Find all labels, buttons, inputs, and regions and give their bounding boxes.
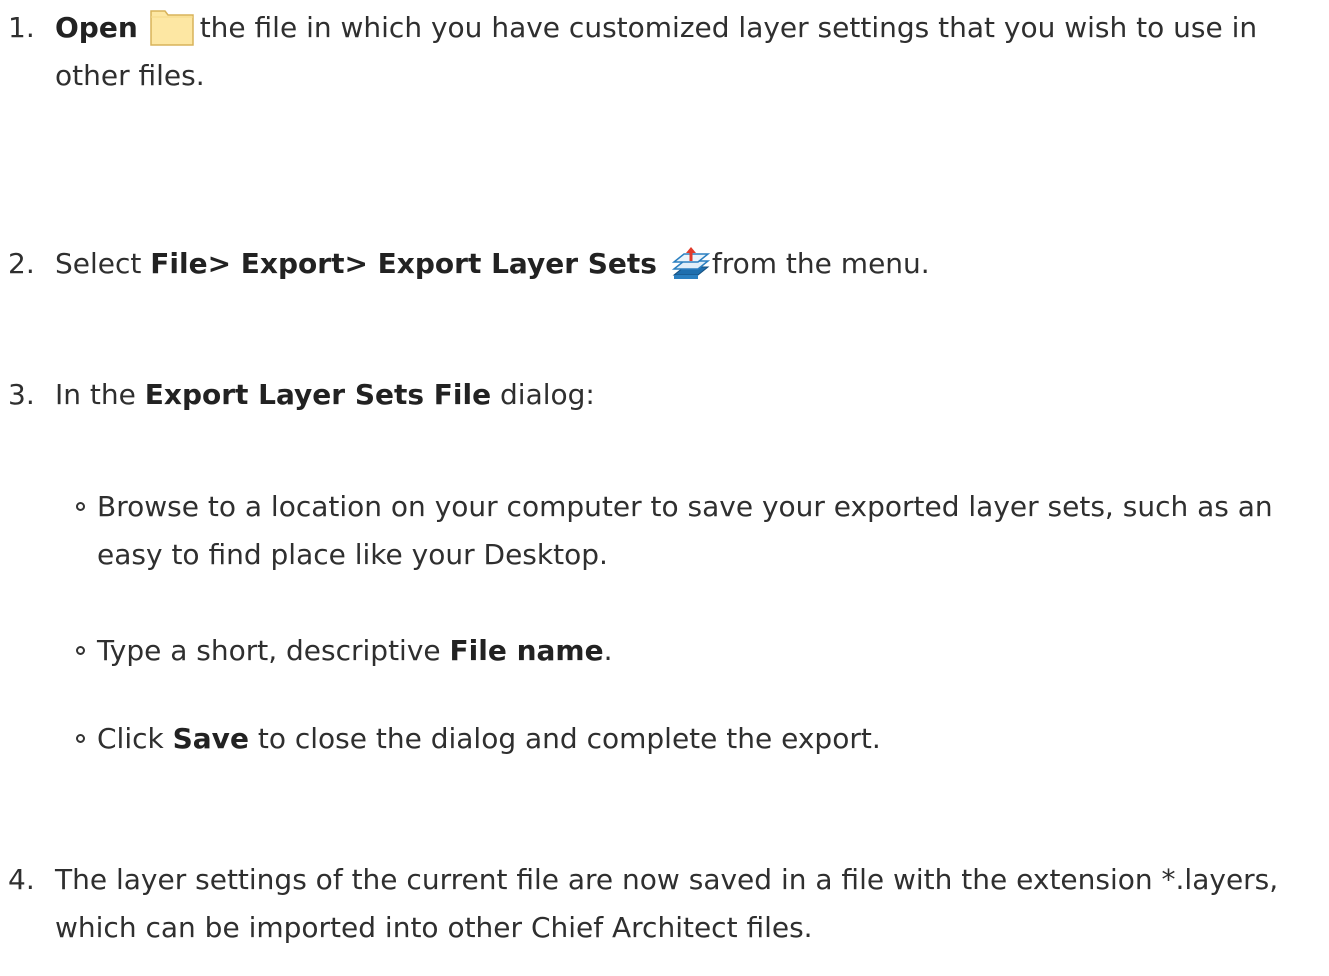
step-3: 3. In the Export Layer Sets File dialog: [0, 371, 1320, 419]
bullet-rest: to close the dialog and complete the exp… [248, 722, 881, 755]
step-text: The layer settings of the current file a… [55, 863, 1279, 944]
step-3-rest: dialog: [491, 378, 595, 411]
bullet-prefix: Type a short, descriptive [97, 634, 450, 667]
step-1-rest: the file in which you have customized la… [55, 11, 1258, 92]
bullet-browse: Browse to a location on your computer to… [0, 483, 1320, 579]
file-name-field-label: File name [449, 634, 604, 667]
bullet-circle-icon [76, 734, 85, 743]
menu-path: File> Export> Export Layer Sets [150, 247, 657, 280]
step-number: 1. [8, 11, 35, 44]
bullet-file-name: Type a short, descriptive File name. [0, 627, 1320, 675]
bullet-save: Click Save to close the dialog and compl… [0, 715, 1320, 763]
bullet-prefix: Click [97, 722, 173, 755]
step-number: 2. [8, 247, 35, 280]
step-number: 4. [8, 863, 35, 896]
step-2-prefix: Select [55, 247, 151, 280]
bullet-text: Type a short, descriptive File name. [97, 627, 1320, 675]
bullet-circle-icon [76, 502, 85, 511]
step-number: 3. [8, 378, 35, 411]
bullet-circle-icon [76, 646, 85, 655]
step-text: Open the file in which you have customiz… [55, 4, 1320, 100]
folder-open-icon [149, 7, 196, 47]
dialog-name: Export Layer Sets File [144, 378, 492, 411]
step-text: In the Export Layer Sets File dialog: [55, 371, 1320, 419]
bullet-rest: . [603, 634, 613, 667]
step-2: 2. Select File> Export> Export Layer Set… [0, 240, 1320, 288]
bullet-text: Click Save to close the dialog and compl… [97, 715, 1320, 763]
step-4: 4. The layer settings of the current fil… [0, 856, 1320, 952]
save-button-label: Save [172, 722, 249, 755]
bullet-text: Browse to a location on your computer to… [97, 490, 1273, 571]
step-2-rest: from the menu. [711, 247, 930, 280]
open-command: Open [55, 11, 138, 44]
export-layer-sets-icon [670, 245, 711, 285]
step-1: 1. Open the file in which you have custo… [0, 4, 1320, 100]
step-text: Select File> Export> Export Layer Sets f… [55, 240, 1320, 288]
step-3-prefix: In the [55, 378, 145, 411]
